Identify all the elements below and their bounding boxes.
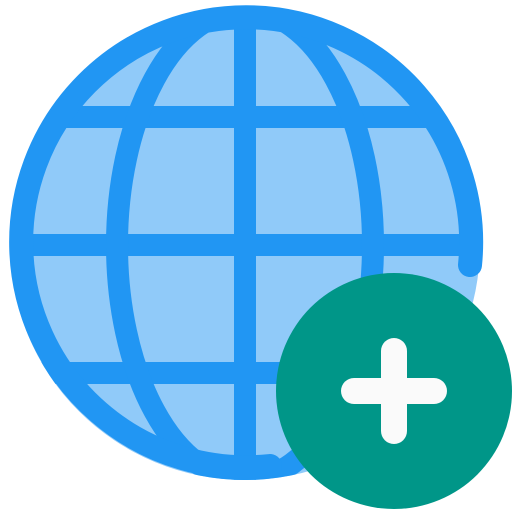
plus-badge — [276, 273, 512, 509]
add-globe-icon — [0, 0, 512, 512]
add-globe-svg — [9, 5, 512, 509]
